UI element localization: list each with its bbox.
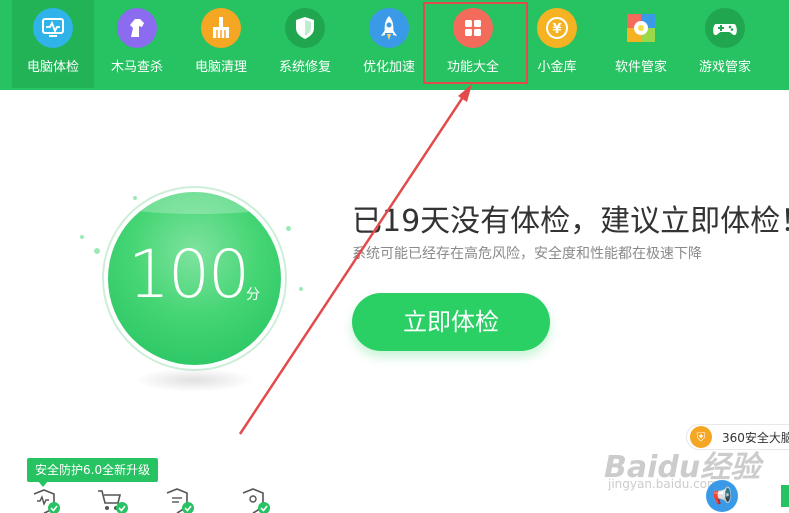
megaphone-icon[interactable]: 📢 xyxy=(706,480,738,512)
decor-dot xyxy=(286,226,291,231)
horse-icon xyxy=(117,8,157,48)
side-panel-edge[interactable] xyxy=(781,485,789,507)
toolbar-item-trojan-scan[interactable]: 木马查杀 xyxy=(96,0,178,88)
chat-protection-icon[interactable] xyxy=(164,488,198,513)
gauge-wave xyxy=(108,192,281,214)
toolbar-item-vault[interactable]: ¥ 小金库 xyxy=(516,0,598,88)
toolbar-item-label: 优化加速 xyxy=(362,60,415,75)
checkup-subline: 系统可能已经存在高危风险，安全度和性能都在极速下降 xyxy=(352,246,702,262)
main-toolbar: 电脑体检 木马查杀 电脑清理 系统修复 优化加速 功能大全 ¥ 小金库 软件管家… xyxy=(0,0,789,90)
monitor-check-icon xyxy=(33,8,73,48)
upgrade-promo-badge[interactable]: 安全防护6.0全新升级 xyxy=(27,458,159,482)
toolbar-item-label: 系统修复 xyxy=(278,60,331,75)
toolbar-item-speedup[interactable]: 优化加速 xyxy=(348,0,430,88)
gauge-shadow xyxy=(134,368,254,392)
gamepad-icon xyxy=(705,8,745,48)
decor-dot xyxy=(299,287,303,291)
toolbar-item-checkup[interactable]: 电脑体检 xyxy=(12,0,94,88)
toolbar-item-software-manager[interactable]: 软件管家 xyxy=(600,0,682,88)
toolbar-item-label: 电脑体检 xyxy=(26,60,79,75)
checkup-headline: 已19天没有体检，建议立即体检！ xyxy=(352,204,789,239)
svg-text:¥: ¥ xyxy=(552,22,561,37)
promo-badge-tail xyxy=(38,481,48,487)
toolbar-item-system-repair[interactable]: 系统修复 xyxy=(264,0,346,88)
broom-icon xyxy=(201,8,241,48)
toolbar-item-label: 游戏管家 xyxy=(698,60,751,75)
shopping-cart-protection-icon[interactable] xyxy=(96,488,130,513)
toolbar-item-label: 软件管家 xyxy=(614,60,667,75)
app-store-icon xyxy=(621,8,661,48)
shield-icon xyxy=(285,8,325,48)
toolbar-item-cleanup[interactable]: 电脑清理 xyxy=(180,0,262,88)
toolbar-item-label: 电脑清理 xyxy=(194,60,247,75)
health-score: 100 xyxy=(128,236,250,313)
toolbar-item-label: 木马查杀 xyxy=(110,60,163,75)
protection-shield-icon[interactable] xyxy=(30,488,64,513)
watermark-url: jingyan.baidu.com xyxy=(608,477,719,491)
decor-dot xyxy=(94,248,100,254)
web-protection-icon[interactable] xyxy=(240,488,274,513)
score-unit: 分 xyxy=(246,287,260,303)
coin-icon: ¥ xyxy=(537,8,577,48)
rocket-icon xyxy=(369,8,409,48)
toolbar-item-label: 小金库 xyxy=(537,60,577,75)
toolbar-item-game-manager[interactable]: 游戏管家 xyxy=(684,0,766,88)
annotation-highlight-box xyxy=(423,2,528,84)
decor-dot xyxy=(80,235,84,239)
start-checkup-button[interactable]: 立即体检 xyxy=(352,293,550,351)
